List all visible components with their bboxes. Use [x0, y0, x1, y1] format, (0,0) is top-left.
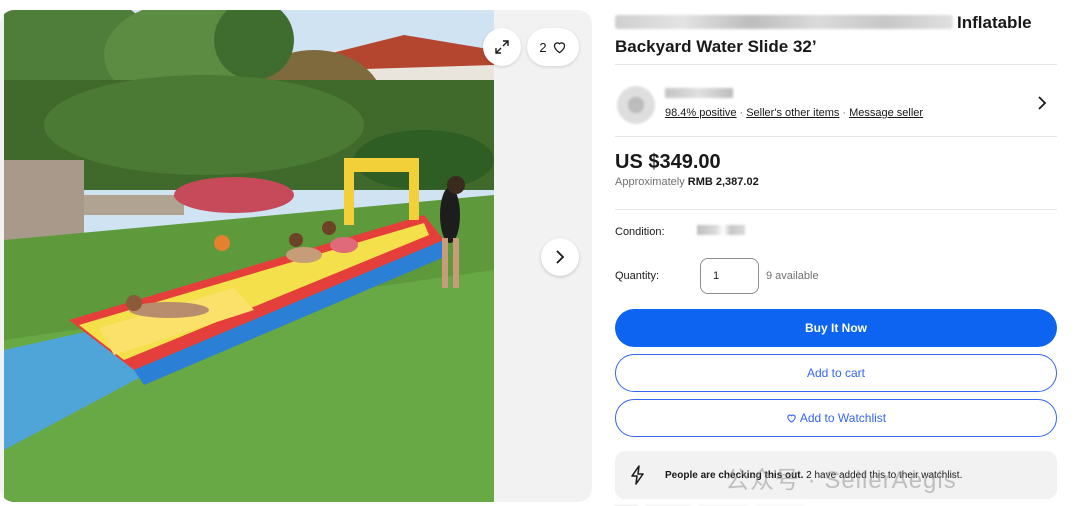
heart-icon	[787, 414, 796, 423]
listing-title: Inflatable Backyard Water Slide 32’	[615, 13, 1032, 56]
add-to-watchlist-button[interactable]: Add to Watchlist	[615, 399, 1057, 437]
message-seller-link[interactable]: Message seller	[849, 107, 923, 119]
quantity-input[interactable]: 1	[700, 258, 759, 294]
watch-count-button[interactable]: 2	[527, 28, 579, 66]
social-proof-notice: People are checking this out. 2 have add…	[615, 451, 1057, 499]
product-photo[interactable]	[4, 10, 494, 502]
price-block: US $349.00 Approximately RMB 2,387.02	[615, 137, 1057, 209]
available-count: 9 available	[766, 270, 819, 282]
expand-button[interactable]	[483, 28, 521, 66]
expand-icon	[495, 40, 509, 54]
divider	[615, 209, 1057, 210]
chevron-right-icon[interactable]	[1033, 94, 1051, 112]
lightning-icon	[631, 465, 644, 485]
approx-price: Approximately RMB 2,387.02	[615, 176, 759, 188]
next-image-button[interactable]	[541, 238, 579, 276]
image-gallery: 2	[0, 10, 592, 502]
add-to-watchlist-label: Add to Watchlist	[799, 411, 887, 425]
quantity-label: Quantity:	[615, 270, 660, 282]
heart-icon	[553, 42, 565, 54]
listing-panel: Inflatable Backyard Water Slide 32’ 98.4…	[615, 0, 1057, 506]
notice-text: People are checking this out. 2 have add…	[665, 470, 963, 481]
redacted-seller-name[interactable]	[665, 88, 733, 98]
price: US $349.00	[615, 151, 721, 173]
watch-count: 2	[539, 39, 547, 55]
condition-row: Condition:	[615, 212, 1057, 256]
seller-avatar[interactable]	[617, 86, 655, 124]
seller-card[interactable]: 98.4% positive · Seller's other items · Mess…	[615, 72, 1057, 136]
seller-positive-link[interactable]: 98.4% positive	[665, 107, 737, 119]
redacted-condition-value	[697, 225, 745, 235]
buy-it-now-button[interactable]: Buy It Now	[615, 309, 1057, 347]
seller-other-items-link[interactable]: Seller's other items	[746, 107, 839, 119]
add-to-cart-button[interactable]: Add to cart	[615, 354, 1057, 392]
divider	[615, 64, 1057, 65]
condition-label: Condition:	[615, 226, 665, 238]
redacted-title-text	[615, 15, 953, 29]
chevron-right-icon	[556, 250, 565, 264]
quantity-row: Quantity: 1 9 available	[615, 256, 1057, 300]
seller-links: 98.4% positive · Seller's other items · Mess…	[665, 107, 924, 119]
